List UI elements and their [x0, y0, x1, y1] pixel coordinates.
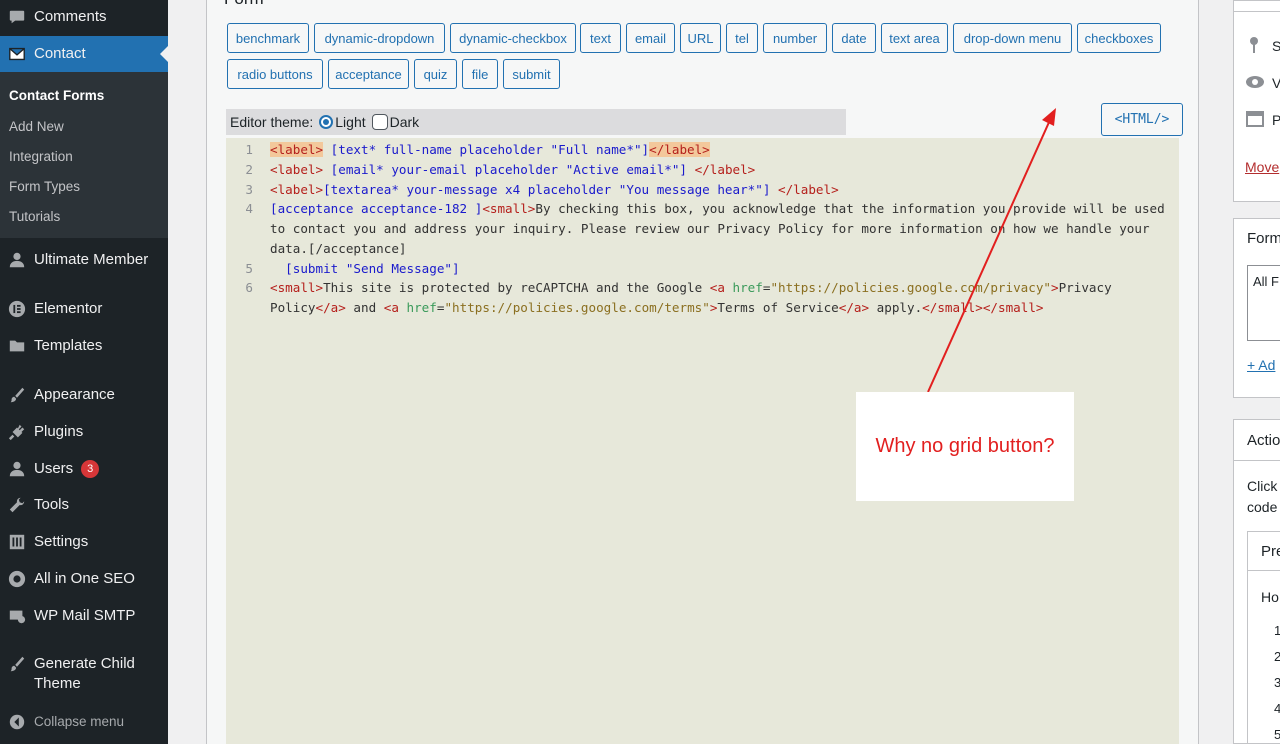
form-types-title: Form — [1247, 230, 1280, 247]
preview-tab-label: Pre — [1261, 543, 1280, 560]
publish-label: P — [1272, 112, 1280, 128]
preview-list-number: 1 — [1274, 623, 1280, 638]
eye-icon — [1246, 76, 1264, 88]
actions-text-line1: Click — [1247, 478, 1278, 494]
actions-text-line2: code — [1247, 499, 1278, 515]
form-types-option: All F — [1253, 274, 1279, 289]
pin-icon — [1250, 37, 1258, 53]
visibility-label: V — [1272, 75, 1280, 91]
actions-title: Actio — [1247, 432, 1280, 449]
preview-heading: Ho — [1261, 589, 1279, 605]
divider — [1234, 11, 1280, 12]
preview-list-number: 3 — [1274, 675, 1280, 690]
add-form-type-link[interactable]: + Ad — [1247, 357, 1275, 373]
move-to-trash-link[interactable]: Move — [1245, 159, 1279, 175]
divider — [1233, 460, 1280, 461]
annotation-note: Why no grid button? — [856, 392, 1074, 501]
preview-list-number: 4 — [1274, 701, 1280, 716]
status-label: S — [1272, 38, 1280, 54]
preview-list-number: 5 — [1274, 727, 1280, 742]
preview-list-number: 2 — [1274, 649, 1280, 664]
calendar-icon — [1246, 111, 1264, 127]
annotation-arrow — [927, 108, 1056, 393]
annotation-text: Why no grid button? — [875, 435, 1055, 457]
